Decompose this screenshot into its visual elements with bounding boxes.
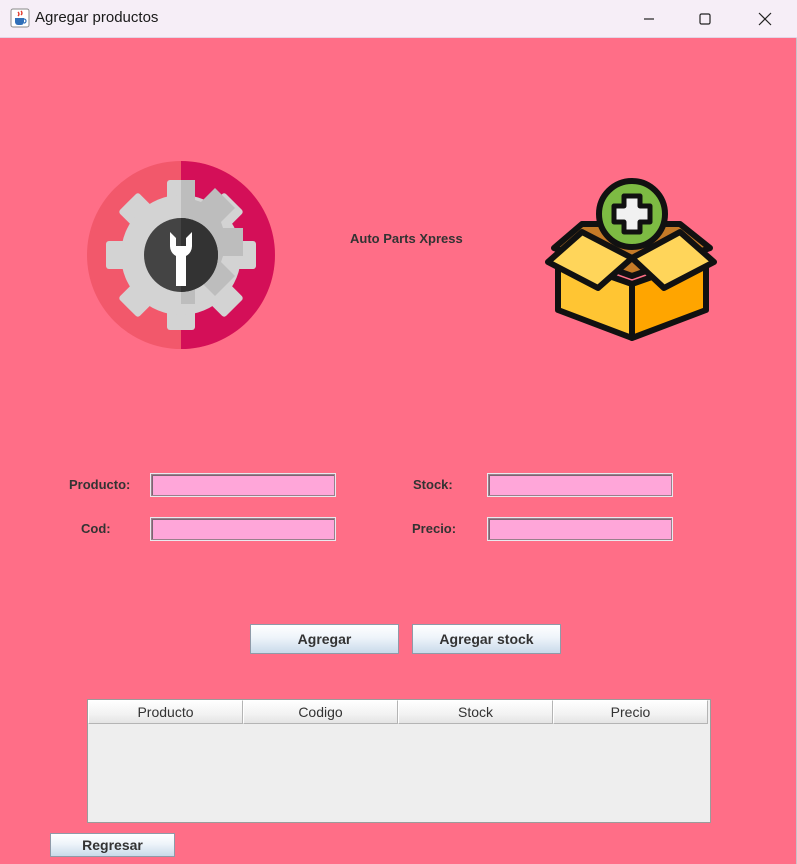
table-header: Producto Codigo Stock Precio xyxy=(88,700,710,725)
maximize-button[interactable] xyxy=(682,0,728,37)
window-title: Agregar productos xyxy=(35,9,159,26)
box-add-logo xyxy=(544,176,718,346)
precio-label: Precio: xyxy=(412,521,457,536)
table-body[interactable] xyxy=(88,725,710,821)
regresar-button[interactable]: Regresar xyxy=(50,833,175,857)
column-header-producto[interactable]: Producto xyxy=(88,700,243,724)
cod-label: Cod: xyxy=(81,521,111,536)
precio-input[interactable] xyxy=(487,517,673,541)
stock-input[interactable] xyxy=(487,473,673,497)
close-button[interactable] xyxy=(742,0,788,37)
app-heading: Auto Parts Xpress xyxy=(350,231,463,246)
minimize-button[interactable] xyxy=(626,0,672,37)
agregar-stock-button[interactable]: Agregar stock xyxy=(412,624,561,654)
minimize-icon xyxy=(644,17,654,20)
column-header-precio[interactable]: Precio xyxy=(553,700,708,724)
cod-input[interactable] xyxy=(150,517,336,541)
maximize-icon xyxy=(699,12,711,25)
main-panel: Auto Parts Xpress Producto: Cod: Stock: … xyxy=(0,38,797,864)
window-titlebar[interactable]: Agregar productos xyxy=(0,0,797,38)
products-table[interactable]: Producto Codigo Stock Precio xyxy=(87,699,711,823)
gear-wrench-logo xyxy=(86,160,276,350)
column-header-stock[interactable]: Stock xyxy=(398,700,553,724)
column-header-codigo[interactable]: Codigo xyxy=(243,700,398,724)
producto-input[interactable] xyxy=(150,473,336,497)
agregar-button[interactable]: Agregar xyxy=(250,624,399,654)
java-cup-icon xyxy=(10,8,30,28)
stock-label: Stock: xyxy=(413,477,453,492)
close-icon xyxy=(758,12,772,25)
producto-label: Producto: xyxy=(69,477,131,492)
